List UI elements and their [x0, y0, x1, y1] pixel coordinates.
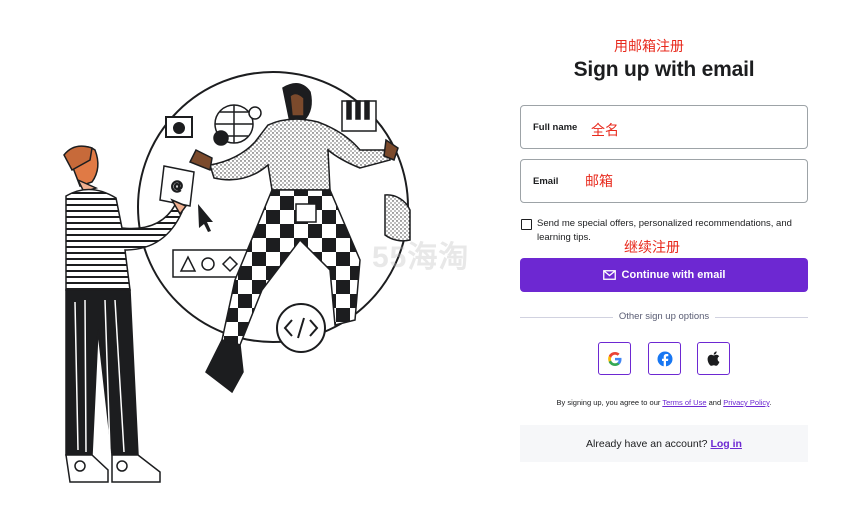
- privacy-policy-link[interactable]: Privacy Policy: [723, 398, 769, 407]
- other-options-text: Other sign up options: [612, 311, 716, 322]
- terms-of-use-link[interactable]: Terms of Use: [662, 398, 706, 407]
- facebook-signup-button[interactable]: [648, 342, 681, 375]
- envelope-icon: [602, 270, 616, 280]
- offers-checkbox[interactable]: [521, 219, 532, 230]
- man-figure: @: [63, 145, 195, 483]
- login-prompt-text: Already have an account?: [586, 437, 708, 450]
- annotation-continue: 继续注册: [624, 240, 680, 256]
- page-title: Sign up with email: [573, 58, 755, 81]
- other-options-divider: Other sign up options: [520, 311, 808, 322]
- watermark: 55海淘: [372, 241, 470, 274]
- code-icon: [276, 303, 326, 353]
- full-name-label: Full name: [533, 122, 578, 133]
- camera-icon: [165, 116, 193, 138]
- terms-and: and: [708, 398, 722, 407]
- email-field[interactable]: Email 邮箱: [520, 159, 808, 203]
- annotation-full-name: 全名: [591, 123, 619, 139]
- svg-text:@: @: [171, 179, 183, 193]
- email-label: Email: [533, 176, 559, 187]
- annotation-email: 邮箱: [585, 174, 613, 190]
- svg-text:A: A: [218, 135, 224, 144]
- log-in-link[interactable]: Log in: [710, 438, 742, 450]
- terms-prefix: By signing up, you agree to our: [556, 398, 661, 407]
- google-icon: [607, 351, 621, 366]
- terms-suffix: .: [769, 398, 772, 407]
- annotation-email-signup: 用邮箱注册: [614, 39, 684, 55]
- shapes-icon: [172, 249, 248, 278]
- login-prompt-box: Already have an account? Log in: [520, 425, 808, 462]
- continue-button-label: Continue with email: [621, 269, 726, 281]
- full-name-field[interactable]: Full name 全名: [520, 105, 808, 149]
- terms-text: By signing up, you agree to our Terms of…: [520, 398, 808, 407]
- signup-panel: 用邮箱注册 Sign up with email Full name 全名 Em…: [520, 0, 808, 511]
- facebook-icon: [657, 351, 672, 367]
- continue-with-email-button[interactable]: Continue with email: [520, 258, 808, 292]
- apple-icon: [707, 351, 720, 366]
- piano-icon: [341, 100, 377, 132]
- google-signup-button[interactable]: [598, 342, 631, 375]
- apple-signup-button[interactable]: [697, 342, 730, 375]
